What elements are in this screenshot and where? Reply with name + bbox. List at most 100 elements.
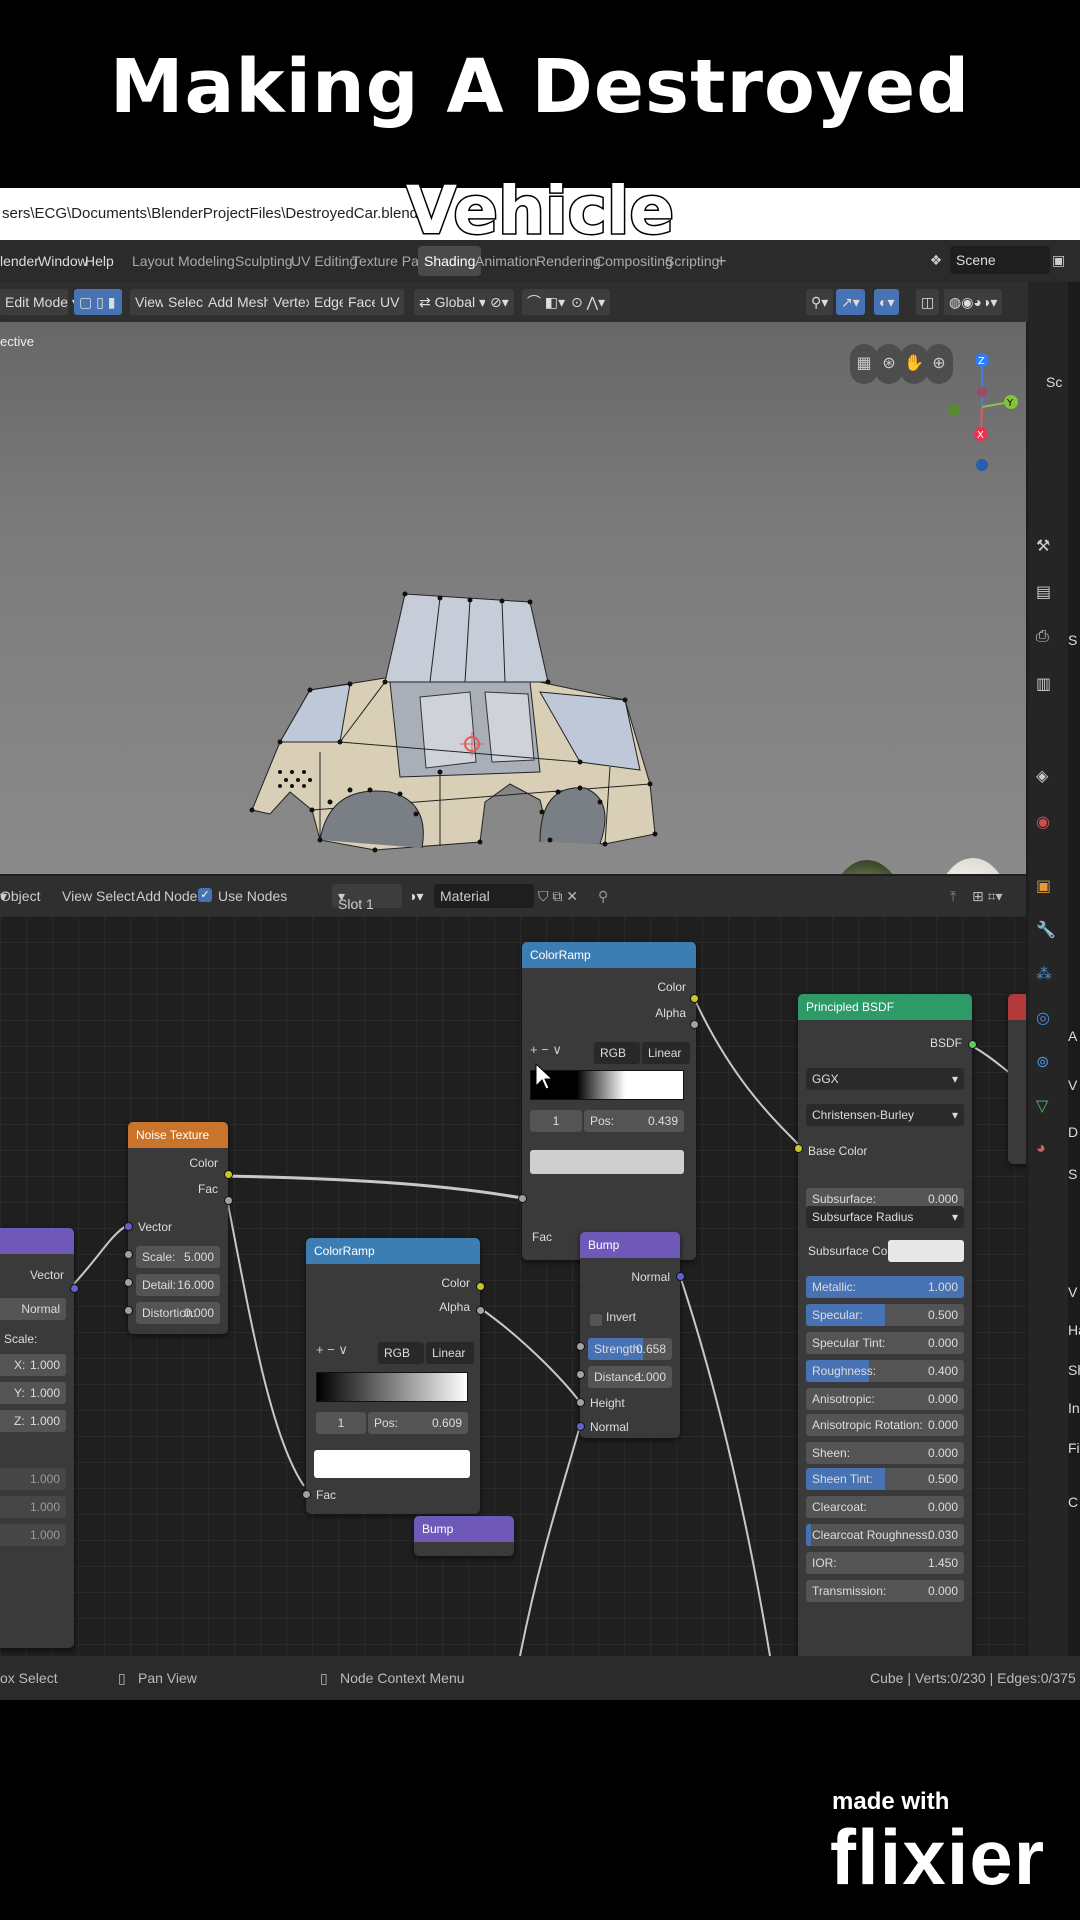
view-layer-icon[interactable]: ▥: [1036, 674, 1051, 694]
xray-icon[interactable]: ◫: [916, 289, 940, 315]
constraints-icon[interactable]: ⊚: [1036, 1052, 1049, 1072]
material-output-node[interactable]: [1008, 994, 1026, 1164]
visibility-icon[interactable]: ⚲▾: [806, 289, 834, 315]
scene-icon[interactable]: ❖: [924, 246, 948, 274]
socket-noise-distortion[interactable]: [124, 1306, 133, 1315]
colorramp-bottom-interp[interactable]: Linear ▾: [426, 1342, 474, 1382]
tab-shading[interactable]: Shading: [418, 246, 482, 276]
bsdf-field-12[interactable]: Transmission: 0.000: [806, 1580, 964, 1602]
pan-hand-icon[interactable]: ✋: [900, 344, 928, 384]
pin-icon[interactable]: ⚲: [598, 876, 608, 916]
socket-noise-fac[interactable]: [224, 1196, 233, 1205]
socket-bump-strength[interactable]: [576, 1342, 585, 1351]
noise-distortion-field[interactable]: Distortion: 0.000: [136, 1302, 220, 1324]
bsdf-field-10[interactable]: Clearcoat Roughness: 0.030: [806, 1524, 964, 1546]
socket-bump-normal-in[interactable]: [576, 1422, 585, 1431]
noise-detail-field[interactable]: Detail: 16.000: [136, 1274, 220, 1296]
object-properties-icon[interactable]: ▣: [1036, 876, 1051, 896]
socket-noise-detail[interactable]: [124, 1278, 133, 1287]
material-name-field[interactable]: Material: [434, 884, 534, 908]
mapping-node[interactable]: Vector Normal Scale: X: 1.000 Y: 1.000 Z: 1…: [0, 1228, 74, 1648]
output-properties-icon[interactable]: ⎙: [1036, 628, 1049, 646]
socket-noise-scale[interactable]: [124, 1250, 133, 1259]
camera-icon[interactable]: ⊛: [875, 344, 903, 384]
snap-node-icon[interactable]: ⊞ ⌗▾: [972, 876, 1003, 916]
bump-2-node[interactable]: Bump: [414, 1516, 514, 1556]
transform-orientation[interactable]: ⇄ Global ▾: [414, 289, 492, 315]
shading-modes-icon[interactable]: ◍◉◕◑▾: [944, 289, 1003, 315]
socket-colorramp-bottom-fac[interactable]: [302, 1490, 311, 1499]
colorramp-bottom-gradient[interactable]: [316, 1372, 468, 1402]
menu-uv[interactable]: UV: [375, 289, 405, 315]
scene-properties-icon[interactable]: ◈: [1036, 766, 1048, 786]
render-properties-icon[interactable]: ▤: [1036, 582, 1051, 602]
socket-colorramp-bottom-alpha[interactable]: [476, 1306, 485, 1315]
bsdf-field-9[interactable]: Clearcoat: 0.000: [806, 1496, 964, 1518]
particles-icon[interactable]: ⁂: [1036, 964, 1052, 984]
socket-bump-height[interactable]: [576, 1398, 585, 1407]
bsdf-field-1[interactable]: Metallic: 1.000: [806, 1276, 964, 1298]
socket-colorramp-top-fac[interactable]: [518, 1194, 527, 1203]
material-sphere-icon[interactable]: ◑▾: [408, 884, 423, 908]
node-menu-node[interactable]: Node: [164, 876, 197, 916]
colorramp-top-index[interactable]: 1: [530, 1110, 582, 1132]
colorramp-top-pos[interactable]: Pos: 0.439: [584, 1110, 684, 1132]
mapping-row-3[interactable]: 1.000: [0, 1524, 66, 1546]
principled-bsdf-node[interactable]: Principled BSDF BSDF GGX ▾ Christensen-Bu…: [798, 994, 972, 1656]
colorramp-top-mode[interactable]: RGB ▾: [594, 1042, 640, 1082]
colorramp-bottom-node[interactable]: ColorRamp Color Alpha + − ∨ RGB ▾ Linear…: [306, 1238, 480, 1514]
colorramp-top-stop-color[interactable]: [530, 1150, 684, 1174]
socket-bsdf-output[interactable]: [968, 1040, 977, 1049]
bsdf-field-8[interactable]: Sheen Tint: 0.500: [806, 1468, 964, 1490]
3d-viewport[interactable]: ective ▦ ⊛ ✋ ⊕ Z Y X: [0, 322, 1026, 874]
object-data-icon[interactable]: ▽: [1036, 1096, 1048, 1116]
node-menu-view[interactable]: View: [62, 876, 92, 916]
car-mesh[interactable]: [240, 522, 690, 874]
node-tree-up-icon[interactable]: ⤒: [950, 876, 956, 916]
socket-noise-vector[interactable]: [124, 1222, 133, 1231]
bsdf-field-4[interactable]: Roughness: 0.400: [806, 1360, 964, 1382]
material-actions-icons[interactable]: ⛉ ⧉ ✕: [538, 876, 578, 916]
world-properties-icon[interactable]: ◉: [1036, 812, 1050, 832]
bump-invert-checkbox[interactable]: [590, 1314, 602, 1326]
mapping-scale-y[interactable]: Y: 1.000: [0, 1382, 66, 1404]
proportional-icon[interactable]: ⊙ ⋀▾: [566, 289, 611, 315]
socket-bump-distance[interactable]: [576, 1370, 585, 1379]
mapping-row-2[interactable]: 1.000: [0, 1496, 66, 1518]
colorramp-bottom-mode[interactable]: RGB ▾: [378, 1342, 424, 1382]
physics-icon[interactable]: ◎: [1036, 1008, 1050, 1028]
axis-gizmo[interactable]: Z Y X: [940, 332, 1026, 472]
new-scene-icon[interactable]: ▣: [1052, 248, 1065, 272]
tool-properties-icon[interactable]: ⚒: [1036, 536, 1050, 556]
colorramp-top-node[interactable]: ColorRamp Color Alpha + − ∨ RGB ▾ Linear…: [522, 942, 696, 1260]
bsdf-subsurface-method[interactable]: Christensen-Burley ▾: [806, 1104, 964, 1126]
socket-colorramp-top-color[interactable]: [690, 994, 699, 1003]
use-nodes-checkbox[interactable]: ✓: [198, 888, 212, 902]
bsdf-field-7[interactable]: Sheen: 0.000: [806, 1442, 964, 1464]
bump-distance-field[interactable]: Distance: 1.000: [588, 1366, 672, 1388]
colorramp-bottom-stop-color[interactable]: [314, 1450, 470, 1478]
socket-colorramp-top-alpha[interactable]: [690, 1020, 699, 1029]
bsdf-field-11[interactable]: IOR: 1.450: [806, 1552, 964, 1574]
mapping-scale-z[interactable]: Z: 1.000: [0, 1410, 66, 1432]
mapping-scale-x[interactable]: X: 1.000: [0, 1354, 66, 1376]
mapping-row-1[interactable]: 1.000: [0, 1468, 66, 1490]
bsdf-field-2[interactable]: Specular: 0.500: [806, 1304, 964, 1326]
socket-colorramp-bottom-color[interactable]: [476, 1282, 485, 1291]
colorramp-bottom-index[interactable]: 1: [316, 1412, 366, 1434]
noise-texture-node[interactable]: Noise Texture Color Fac Vector Scale: 5.0…: [128, 1122, 228, 1334]
slot-dropdown[interactable]: Slot 1 ▾: [332, 884, 402, 912]
gizmo-icon[interactable]: ↗▾: [836, 289, 865, 315]
node-menu-add[interactable]: Add: [136, 876, 161, 916]
select-mode-icons[interactable]: ▢ ▯ ▮: [74, 289, 122, 315]
node-menu-select[interactable]: Select: [96, 876, 135, 916]
noise-scale-field[interactable]: Scale: 5.000: [136, 1246, 220, 1268]
colorramp-bottom-pos[interactable]: Pos: 0.609: [368, 1412, 468, 1434]
socket-bump-normal-out[interactable]: [676, 1272, 685, 1281]
bsdf-field-5[interactable]: Anisotropic: 0.000: [806, 1388, 964, 1410]
modifier-properties-icon[interactable]: 🔧: [1036, 920, 1056, 940]
colorramp-bottom-add-remove-icons[interactable]: + − ∨: [316, 1342, 348, 1358]
grid-view-icon[interactable]: ▦: [850, 344, 878, 384]
socket-bsdf-base-color[interactable]: [794, 1144, 803, 1153]
object-dropdown[interactable]: Object ▾: [0, 876, 40, 916]
